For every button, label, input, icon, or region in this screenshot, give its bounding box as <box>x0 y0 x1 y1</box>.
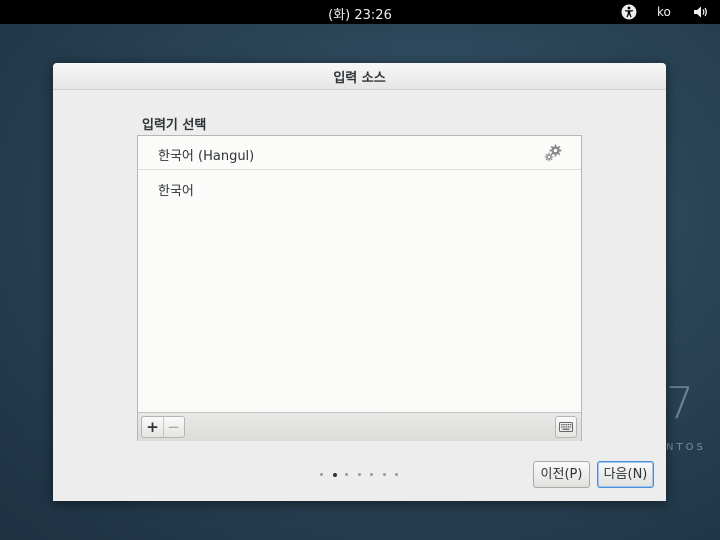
dialog-header: 입력 소스 <box>53 63 666 90</box>
list-toolbar: + − <box>138 412 581 441</box>
next-button[interactable]: 다음(N) <box>597 461 654 488</box>
volume-icon[interactable] <box>693 4 709 20</box>
page-dot <box>332 472 337 477</box>
clock[interactable]: (화) 23:26 <box>0 4 720 23</box>
brand-text: NTOS <box>666 442 706 453</box>
list-item[interactable]: 한국어 <box>138 171 581 205</box>
page-dot <box>345 473 348 476</box>
page-dot <box>370 473 373 476</box>
top-bar: (화) 23:26 ko <box>0 0 720 24</box>
section-label: 입력기 선택 <box>142 118 207 133</box>
previous-button[interactable]: 이전(P) <box>533 461 590 488</box>
page-dot <box>382 473 386 476</box>
list-item[interactable]: 한국어 (Hangul) <box>138 136 581 170</box>
remove-input-source-button[interactable]: − <box>163 417 184 437</box>
add-remove-group: + − <box>141 416 185 438</box>
page-dot <box>395 473 398 476</box>
settings-icon[interactable] <box>543 143 563 163</box>
accessibility-icon[interactable] <box>621 4 637 20</box>
keyboard-layout-button[interactable] <box>555 416 577 438</box>
input-source-label: 한국어 <box>158 184 194 199</box>
page-dot <box>320 473 323 476</box>
keyboard-icon <box>559 422 573 432</box>
dialog-title: 입력 소스 <box>333 71 386 86</box>
input-source-list: 한국어 (Hangul) 한국어 + − <box>137 135 582 441</box>
brand-number: 7 <box>666 378 694 429</box>
page-dot <box>357 473 361 476</box>
input-source-dialog: 입력 소스 입력기 선택 한국어 (Hangul) 한국어 + − 이전(P) … <box>53 63 666 501</box>
language-indicator[interactable]: ko <box>657 5 671 19</box>
input-source-label: 한국어 (Hangul) <box>158 149 255 164</box>
add-input-source-button[interactable]: + <box>142 417 164 437</box>
